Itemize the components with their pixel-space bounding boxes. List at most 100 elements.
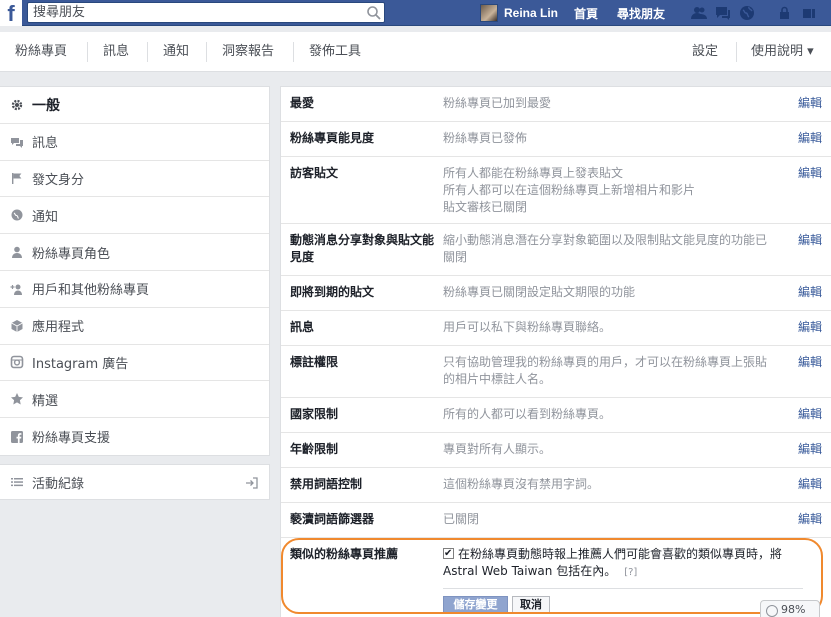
page-nav: 粉絲專頁 訊息 通知 洞察報告 發佈工具 設定 使用說明 ▾	[0, 32, 831, 72]
privacy-lock-icon[interactable]	[776, 4, 794, 22]
settings-row-visitor-posts: 訪客貼文 所有人都能在粉絲專頁上發表貼文 所有人都可以在這個粉絲專頁上新增相片和…	[281, 157, 831, 224]
nav-page[interactable]: 粉絲專頁	[15, 32, 67, 72]
sidebar-item-page-attribution[interactable]: 發文身分	[0, 161, 269, 198]
sidebar-item-label: 應用程式	[32, 320, 85, 336]
edit-link[interactable]: 編輯	[798, 165, 822, 182]
similar-pages-checkbox[interactable]	[443, 545, 454, 562]
star-icon	[10, 392, 24, 406]
sidebar-item-label: 精選	[32, 393, 59, 409]
settings-row-expiring-posts: 即將到期的貼文 粉絲專頁已關閉設定貼文期限的功能 編輯	[281, 276, 831, 311]
facebook-logo[interactable]: f	[0, 0, 22, 26]
row-value: 所有人都能在粉絲專頁上發表貼文 所有人都可以在這個粉絲專頁上新增相片和影片 貼文…	[443, 166, 696, 214]
row-value: 專頁對所有人顯示。	[443, 442, 552, 456]
sidebar-item-general[interactable]: 一般	[0, 87, 269, 124]
profile-link[interactable]: Reina Lin	[480, 3, 558, 23]
row-label: 國家限制	[290, 407, 339, 421]
edit-link[interactable]: 編輯	[798, 406, 822, 423]
sidebar-item-page-roles[interactable]: 粉絲專頁角色	[0, 234, 269, 271]
sidebar-item-label: Instagram 廣告	[32, 356, 129, 372]
nav-insights[interactable]: 洞察報告	[222, 32, 274, 72]
row-value: 只有協助管理我的粉絲專頁的用戶，才可以在粉絲專頁上張貼的相片中標註人名。	[443, 355, 768, 386]
sidebar-item-people-and-pages[interactable]: 用戶和其他粉絲專頁	[0, 271, 269, 308]
flag-icon	[10, 171, 24, 185]
sidebar-item-page-support[interactable]: 粉絲專頁支援	[0, 418, 269, 455]
divider	[443, 588, 803, 589]
sidebar-item-featured[interactable]: 精選	[0, 381, 269, 419]
edit-link[interactable]: 編輯	[798, 319, 822, 336]
settings-row-age-restrictions: 年齡限制 專頁對所有人顯示。 編輯	[281, 433, 831, 468]
general-settings-panel: 最愛 粉絲專頁已加到最愛 編輯 粉絲專頁能見度 粉絲專頁已發佈 編輯 訪客貼文 …	[280, 86, 831, 617]
row-value: 這個粉絲專頁沒有禁用字詞。	[443, 477, 600, 491]
similar-pages-option: 在粉絲專頁動態時報上推薦人們可能會喜歡的類似專頁時，將 Astral Web T…	[443, 545, 803, 581]
sidebar-item-activity-log[interactable]: 活動紀錄	[0, 464, 270, 500]
sidebar-item-apps[interactable]: 應用程式	[0, 308, 269, 345]
edit-link[interactable]: 編輯	[798, 441, 822, 458]
search-input[interactable]	[28, 3, 358, 22]
nav-divider	[147, 42, 148, 62]
friend-requests-icon[interactable]	[690, 4, 708, 22]
row-value: 用戶可以私下與粉絲專頁聯絡。	[443, 320, 612, 334]
settings-row-profanity-filter: 褻瀆詞語篩選器 已關閉 編輯	[281, 503, 831, 538]
nav-divider	[736, 42, 737, 62]
edit-link[interactable]: 編輯	[798, 284, 822, 301]
sidebar-item-label: 一般	[32, 97, 60, 114]
sidebar-item-instagram-ads[interactable]: Instagram 廣告	[0, 345, 269, 382]
row-label: 年齡限制	[290, 442, 339, 456]
edit-link[interactable]: 編輯	[798, 511, 822, 528]
list-icon	[10, 475, 24, 489]
find-friends-link[interactable]: 尋找朋友	[617, 5, 665, 22]
row-label: 禁用詞語控制	[290, 477, 363, 491]
settings-row-favorites: 最愛 粉絲專頁已加到最愛 編輯	[281, 87, 831, 122]
row-label: 類似的粉絲專頁推薦	[290, 547, 399, 561]
row-value: 已關閉	[443, 512, 480, 526]
settings-row-messages: 訊息 用戶可以私下與粉絲專頁聯絡。 編輯	[281, 311, 831, 346]
nav-notifications[interactable]: 通知	[163, 32, 189, 72]
nav-publishing-tools[interactable]: 發佈工具	[309, 32, 361, 72]
cube-icon	[10, 319, 24, 333]
nav-divider	[206, 42, 207, 62]
similar-pages-checkbox-label: 在粉絲專頁動態時報上推薦人們可能會喜歡的類似專頁時，將 Astral Web T…	[443, 547, 783, 578]
sidebar-item-label: 粉絲專頁角色	[32, 246, 111, 262]
sidebar-item-label: 發文身分	[32, 172, 85, 188]
help-icon[interactable]: [?]	[624, 567, 637, 578]
settings-row-similar-page-suggestions: 類似的粉絲專頁推薦 在粉絲專頁動態時報上推薦人們可能會喜歡的類似專頁時，將 As…	[281, 538, 831, 617]
row-label: 褻瀆詞語篩選器	[290, 512, 375, 526]
sidebar-item-label: 粉絲專頁支援	[32, 431, 111, 447]
row-label: 粉絲專頁能見度	[290, 131, 375, 145]
edit-link[interactable]: 編輯	[798, 476, 822, 493]
search-icon[interactable]	[366, 5, 382, 21]
gear-icon	[10, 98, 24, 112]
messages-icon[interactable]	[714, 4, 732, 22]
save-changes-button[interactable]: 儲存變更	[443, 596, 508, 614]
nav-settings[interactable]: 設定	[692, 32, 718, 72]
avatar	[480, 4, 498, 22]
nav-help[interactable]: 使用說明 ▾	[751, 32, 814, 72]
settings-row-news-feed-audience: 動態消息分享對象與貼文能見度 縮小動態消息潛在分享對象範圍以及限制貼文能見度的功…	[281, 224, 831, 276]
row-value: 粉絲專頁已發佈	[443, 131, 528, 145]
settings-row-page-moderation: 禁用詞語控制 這個粉絲專頁沒有禁用字詞。 編輯	[281, 468, 831, 503]
row-value: 粉絲專頁已加到最愛	[443, 96, 552, 110]
zoom-indicator: 98%	[760, 600, 820, 617]
row-label: 動態消息分享對象與貼文能見度	[290, 233, 435, 264]
sidebar-item-messages[interactable]: 訊息	[0, 124, 269, 161]
cancel-button[interactable]: 取消	[512, 596, 550, 614]
home-link[interactable]: 首頁	[574, 5, 598, 22]
sidebar-item-label: 活動紀錄	[32, 476, 85, 492]
edit-link[interactable]: 編輯	[798, 232, 822, 249]
nav-messages[interactable]: 訊息	[103, 32, 129, 72]
settings-row-page-visibility: 粉絲專頁能見度 粉絲專頁已發佈 編輯	[281, 122, 831, 157]
sidebar-item-label: 訊息	[32, 136, 59, 152]
edit-link[interactable]: 編輯	[798, 354, 822, 371]
facebook-icon	[10, 430, 24, 444]
notifications-globe-icon[interactable]	[738, 4, 756, 22]
open-log-icon[interactable]	[245, 476, 259, 490]
edit-link[interactable]: 編輯	[798, 95, 822, 112]
search-box[interactable]	[27, 2, 385, 23]
add-person-icon	[10, 282, 24, 296]
row-value: 粉絲專頁已關閉設定貼文期限的功能	[443, 285, 636, 299]
account-menu-icon[interactable]	[800, 4, 818, 22]
settings-sidebar: 一般 訊息 發文身分 通知 粉絲專頁角色 用戶和其他粉絲專頁 應用程式 Inst…	[0, 86, 270, 456]
sidebar-item-notifications[interactable]: 通知	[0, 197, 269, 235]
edit-link[interactable]: 編輯	[798, 130, 822, 147]
globe-icon	[10, 208, 24, 222]
